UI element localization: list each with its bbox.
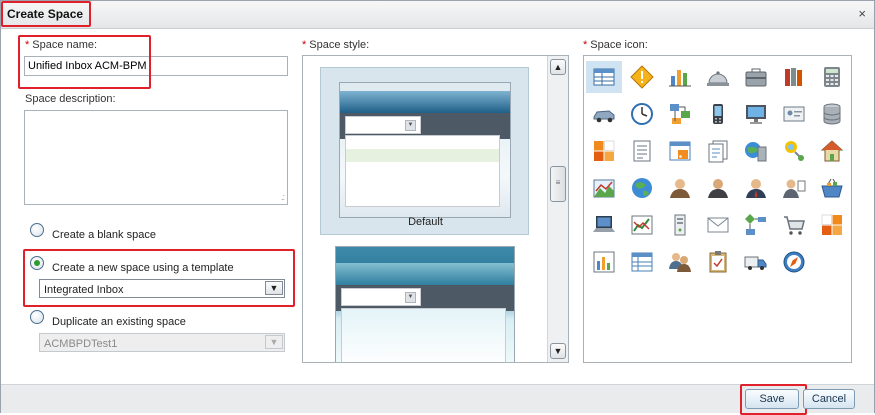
person-list-icon[interactable] (776, 172, 812, 204)
required-marker: * (302, 39, 307, 51)
save-highlight (740, 384, 807, 415)
group-icon[interactable] (662, 246, 698, 278)
network-person-icon[interactable] (776, 135, 812, 167)
close-icon[interactable]: × (858, 6, 866, 21)
style-thumbnail-2: ▼ (335, 246, 515, 362)
person-tie-icon[interactable] (738, 172, 774, 204)
service-bell-icon[interactable] (700, 61, 736, 93)
create-space-dialog: Create Space × *Space name: Space descri… (0, 0, 875, 415)
clipboard-icon[interactable] (700, 246, 736, 278)
space-name-highlight (18, 35, 151, 89)
home-icon[interactable] (814, 135, 850, 167)
trend-chart-icon[interactable] (624, 209, 660, 241)
dialog-titlebar: Create Space × (1, 1, 874, 29)
resize-grip-icon[interactable]: .: (281, 192, 285, 202)
briefcase-icon[interactable] (738, 61, 774, 93)
thumbnail-content-box (341, 308, 506, 362)
thumbnail-dropdown: ▼ (341, 288, 421, 306)
duplicate-select: ACMBPDTest1 ▼ (39, 333, 285, 352)
compass-icon[interactable] (776, 246, 812, 278)
laptop-icon[interactable] (586, 209, 622, 241)
thumbnail-header-band (336, 263, 514, 285)
server-tower-icon[interactable] (662, 209, 698, 241)
flowchart-icon[interactable] (738, 209, 774, 241)
thumbnail-content-row (346, 149, 499, 162)
workflow-icon[interactable] (662, 98, 698, 130)
space-icon-label-text: Space icon: (590, 39, 648, 51)
database-icon[interactable] (814, 98, 850, 130)
space-style-label-text: Space style: (309, 39, 370, 51)
style-name-default: Default (408, 216, 443, 228)
cancel-button[interactable]: Cancel (803, 389, 855, 409)
shopping-basket-icon[interactable] (814, 172, 850, 204)
thumbnail-header-band (340, 91, 510, 113)
chevron-down-icon: ▼ (265, 335, 283, 349)
blank-space-label: Create a blank space (52, 229, 156, 241)
person-dark-icon[interactable] (700, 172, 736, 204)
style-option-default[interactable]: ▼ Default (320, 67, 529, 235)
thumbnail-dropdown-arrow-icon: ▼ (405, 292, 416, 303)
landscape-chart-icon[interactable] (586, 172, 622, 204)
thumbnail-dropdown: ▼ (345, 116, 421, 134)
space-description-label: Space description: (25, 93, 116, 105)
clock-icon[interactable] (624, 98, 660, 130)
style-thumbnail-default: ▼ (339, 82, 511, 218)
puzzle-pie-icon[interactable] (814, 209, 850, 241)
pie-quarters-icon[interactable] (586, 135, 622, 167)
duplicate-select-value: ACMBPDTest1 (44, 338, 118, 350)
globe-server-icon[interactable] (738, 135, 774, 167)
delivery-truck-icon[interactable] (738, 246, 774, 278)
books-icon[interactable] (776, 61, 812, 93)
table-icon[interactable] (586, 61, 622, 93)
bar-chart-icon[interactable] (662, 61, 698, 93)
scroll-thumb[interactable]: ≡ (550, 166, 566, 202)
scroll-up-icon[interactable]: ▲ (550, 59, 566, 75)
blank-space-radio[interactable] (30, 223, 44, 237)
computer-monitor-icon[interactable] (738, 98, 774, 130)
id-card-icon[interactable] (776, 98, 812, 130)
car-icon[interactable] (586, 98, 622, 130)
document-list-icon[interactable] (624, 135, 660, 167)
globe-icon[interactable] (624, 172, 660, 204)
spreadsheet-icon[interactable] (624, 246, 660, 278)
duplicate-space-label: Duplicate an existing space (52, 316, 186, 328)
title-highlight (1, 1, 91, 27)
space-icon-grid (583, 55, 852, 363)
space-description-textarea[interactable]: .: (24, 110, 288, 205)
space-style-label: * Space style: (302, 39, 369, 51)
rss-window-icon[interactable] (662, 135, 698, 167)
envelope-icon[interactable] (700, 209, 736, 241)
mobile-device-icon[interactable] (700, 98, 736, 130)
calculator-icon[interactable] (814, 61, 850, 93)
document-pages-icon[interactable] (700, 135, 736, 167)
warning-diamond-icon[interactable] (624, 61, 660, 93)
style-list-scrollbar[interactable]: ▲ ≡ ▼ (547, 56, 568, 362)
thumbnail-content-box (345, 135, 500, 207)
scroll-down-icon[interactable]: ▼ (550, 343, 566, 359)
space-style-list[interactable]: ▼ Default ▼ ▲ ≡ ▼ (302, 55, 569, 363)
shopping-cart-icon[interactable] (776, 209, 812, 241)
thumbnail-dropdown-arrow-icon: ▼ (405, 120, 416, 131)
style-option-2[interactable]: ▼ (320, 242, 529, 362)
required-marker: * (583, 39, 588, 51)
template-option-highlight (23, 249, 295, 307)
column-chart-icon[interactable] (586, 246, 622, 278)
duplicate-space-radio[interactable] (30, 310, 44, 324)
space-icon-label: * Space icon: (583, 39, 648, 51)
person-icon[interactable] (662, 172, 698, 204)
